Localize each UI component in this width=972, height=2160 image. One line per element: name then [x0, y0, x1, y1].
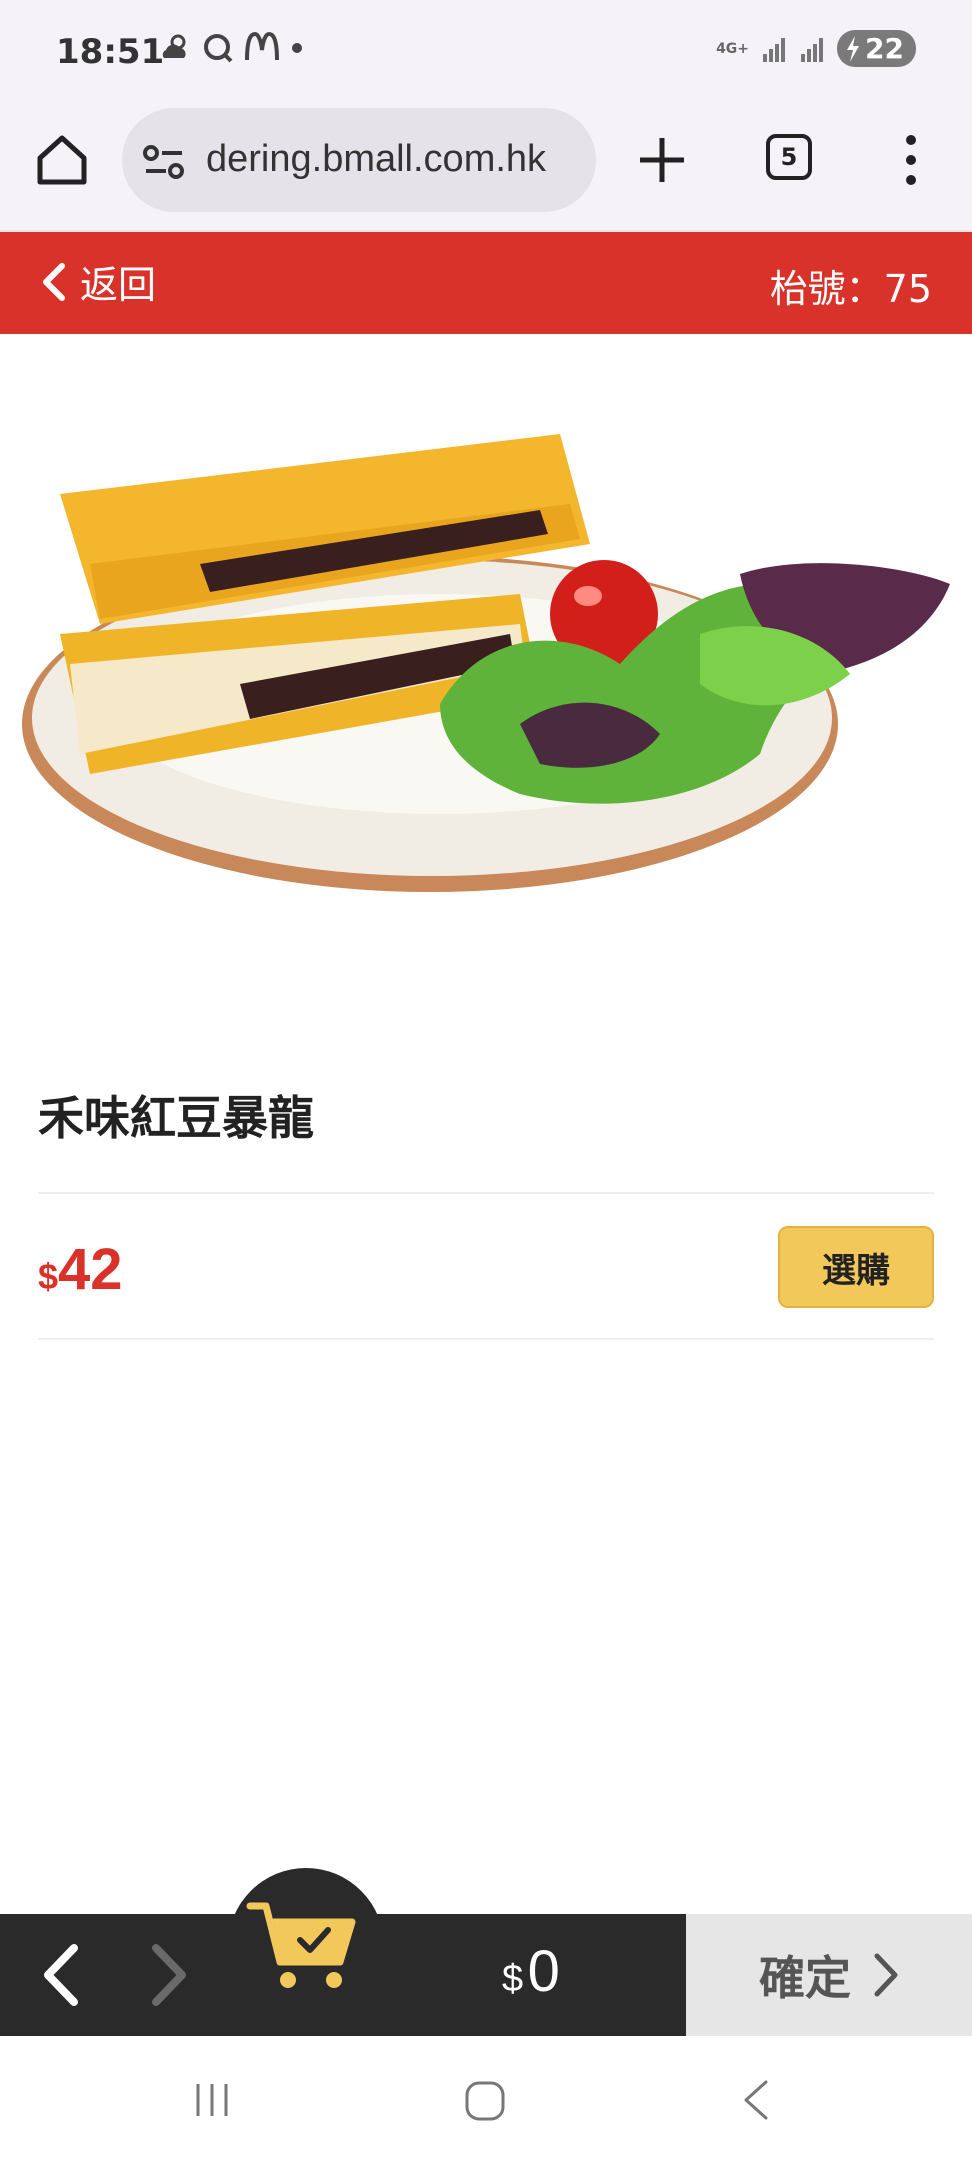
product-name: 禾味紅豆暴龍	[38, 1091, 314, 1145]
cart-icon[interactable]	[244, 1896, 360, 1996]
browser-toolbar: dering.bmall.com.hk 5	[0, 104, 972, 232]
divider	[38, 1192, 934, 1194]
back-nav-icon[interactable]	[740, 2078, 770, 2122]
address-bar[interactable]: dering.bmall.com.hk	[122, 108, 596, 212]
site-settings-icon[interactable]	[142, 144, 186, 180]
total-amount: 0	[527, 1939, 560, 2004]
home-nav-icon[interactable]	[464, 2080, 506, 2122]
table-number: 枱號：75	[769, 267, 932, 311]
total-currency: $	[502, 1958, 524, 2000]
back-label: 返回	[80, 263, 157, 307]
status-bar: 18:51 4G+ 22	[0, 0, 972, 104]
page-header: 返回 枱號：75	[0, 232, 972, 334]
chevron-left-icon[interactable]	[38, 1942, 82, 2008]
network-label: 4G+	[716, 40, 750, 57]
product-image	[22, 434, 950, 892]
url-text[interactable]: dering.bmall.com.hk	[206, 138, 546, 181]
tab-switcher-button[interactable]: 5	[766, 134, 812, 180]
divider	[38, 1338, 934, 1340]
system-nav-bar	[0, 2036, 972, 2160]
dot-icon	[292, 43, 302, 53]
chevron-right-icon[interactable]	[148, 1942, 192, 2008]
buy-button[interactable]: 選購	[778, 1226, 934, 1308]
status-icons	[158, 32, 304, 64]
home-icon[interactable]	[34, 132, 90, 188]
battery-indicator: 22	[837, 30, 916, 67]
price-currency: $	[38, 1256, 59, 1297]
chevron-right-icon	[874, 1953, 898, 1997]
status-time: 18:51	[56, 32, 165, 72]
search-app-icon	[204, 34, 233, 63]
mcdonalds-icon	[245, 32, 279, 61]
charging-icon	[847, 35, 860, 62]
weather-icon	[162, 34, 186, 58]
cart-total: $ 0	[502, 1938, 560, 2005]
bottom-action-bar: $ 0 確定	[0, 1868, 972, 2036]
new-tab-icon[interactable]	[636, 134, 688, 186]
back-button[interactable]: 返回	[40, 254, 156, 309]
product-price: $42	[38, 1236, 123, 1303]
recents-icon[interactable]	[192, 2080, 232, 2120]
battery-level: 22	[865, 32, 904, 65]
confirm-button[interactable]: 確定	[686, 1914, 972, 2036]
status-right: 4G+ 22	[716, 30, 916, 67]
confirm-label: 確定	[759, 1951, 851, 2005]
signal-icon	[763, 37, 786, 62]
signal-icon	[801, 37, 824, 62]
price-amount: 42	[58, 1237, 123, 1302]
more-menu-icon[interactable]	[896, 130, 926, 190]
chevron-left-icon	[43, 262, 65, 301]
